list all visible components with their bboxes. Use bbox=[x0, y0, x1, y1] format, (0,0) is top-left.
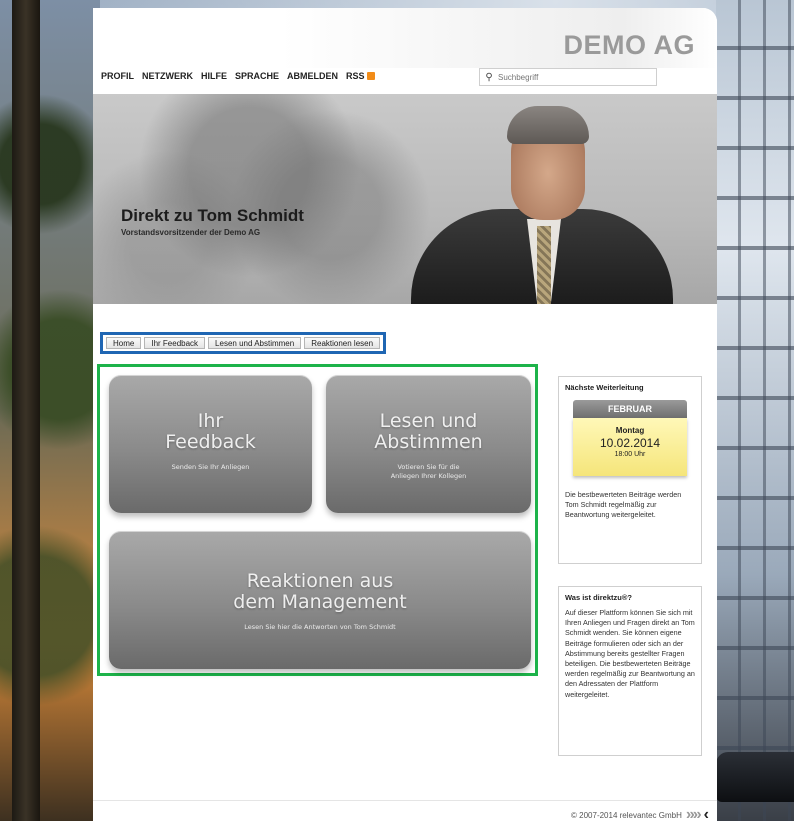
tile-lesen-und-abstimmen[interactable]: Lesen und Abstimmen Votieren Sie für die… bbox=[326, 375, 531, 513]
tile-reaktionen[interactable]: Reaktionen aus dem Management Lesen Sie … bbox=[109, 531, 531, 669]
rss-icon bbox=[366, 72, 375, 80]
search-input[interactable] bbox=[498, 72, 648, 82]
tile-vote-subtitle: Votieren Sie für die Anliegen Ihrer Koll… bbox=[326, 463, 531, 481]
calendar-weekday: Montag bbox=[615, 426, 645, 435]
tree-trunk bbox=[12, 0, 40, 821]
relevantec-arrows-icon[interactable]: »» bbox=[686, 806, 702, 821]
nav-profil[interactable]: PROFIL bbox=[101, 71, 134, 81]
nav-rss-label: RSS bbox=[346, 71, 365, 81]
tile-vote-line2: Abstimmen bbox=[374, 431, 483, 453]
next-forwarding-box: Nächste Weiterleitung FEBRUAR Montag 10.… bbox=[558, 376, 702, 564]
tile-reactions-subtitle: Lesen Sie hier die Antworten von Tom Sch… bbox=[244, 623, 396, 631]
tile-vote-sub-line1: Votieren Sie für die bbox=[397, 463, 460, 471]
tile-feedback-line1: Ihr bbox=[197, 410, 224, 432]
tile-vote-line1: Lesen und bbox=[379, 410, 478, 432]
nav-netzwerk[interactable]: NETZWERK bbox=[142, 71, 193, 81]
background-car bbox=[716, 752, 794, 802]
next-forwarding-text: Die bestbewerteten Beiträge werden Tom S… bbox=[565, 490, 682, 520]
tab-home[interactable]: Home bbox=[106, 337, 142, 349]
portrait-tie bbox=[537, 226, 551, 304]
search-box: ⚲ bbox=[479, 68, 657, 86]
brand-logo[interactable]: DEMO AG bbox=[564, 30, 696, 61]
next-forwarding-heading: Nächste Weiterleitung bbox=[565, 383, 644, 392]
portrait-hair bbox=[507, 106, 589, 144]
section-tabs: Home Ihr Feedback Lesen und Abstimmen Re… bbox=[100, 332, 387, 354]
tile-feedback-line2: Feedback bbox=[165, 431, 256, 453]
tile-reactions-line1: Reaktionen aus bbox=[246, 570, 394, 592]
tile-feedback-subtitle: Senden Sie Ihr Anliegen bbox=[171, 463, 250, 471]
hero-subtitle: Vorstandsvorsitzender der Demo AG bbox=[121, 228, 261, 237]
hero-title: Direkt zu Tom Schmidt bbox=[121, 206, 304, 225]
calendar-time: 18:00 Uhr bbox=[614, 451, 646, 458]
page-card: DEMO AG PROFIL NETZWERK HILFE SPRACHE AB… bbox=[93, 8, 717, 821]
tab-ihr-feedback[interactable]: Ihr Feedback bbox=[144, 337, 206, 349]
what-is-heading: Was ist direktzu®? bbox=[565, 593, 632, 602]
copyright-text: © 2007-2014 relevantec GmbH bbox=[571, 810, 682, 820]
tile-reactions-line2: dem Management bbox=[233, 591, 407, 613]
nav-hilfe[interactable]: HILFE bbox=[201, 71, 227, 81]
hero-banner: Direkt zu Tom Schmidt Vorstandsvorsitzen… bbox=[93, 94, 717, 304]
nav-rss[interactable]: RSS bbox=[346, 71, 375, 81]
background-building bbox=[716, 0, 794, 821]
what-is-box: Was ist direktzu®? Auf dieser Plattform … bbox=[558, 586, 702, 756]
what-is-text: Auf dieser Plattform können Sie sich mit… bbox=[565, 608, 695, 699]
footer-divider bbox=[93, 800, 717, 801]
tile-ihr-feedback[interactable]: Ihr Feedback Senden Sie Ihr Anliegen bbox=[109, 375, 312, 513]
nav-abmelden[interactable]: ABMELDEN bbox=[287, 71, 338, 81]
calendar-body: Montag 10.02.2014 18:00 Uhr bbox=[573, 418, 687, 476]
footer: © 2007-2014 relevantec GmbH »» ‹ bbox=[571, 806, 709, 821]
search-icon[interactable]: ⚲ bbox=[480, 72, 498, 83]
executive-portrait bbox=[411, 94, 717, 304]
calendar-date: 10.02.2014 bbox=[599, 436, 661, 450]
calendar-widget: FEBRUAR Montag 10.02.2014 18:00 Uhr bbox=[573, 400, 687, 476]
calendar-month: FEBRUAR bbox=[573, 400, 687, 418]
top-navigation: PROFIL NETZWERK HILFE SPRACHE ABMELDEN R… bbox=[101, 71, 375, 81]
tile-vote-sub-line2: Anliegen Ihrer Kollegen bbox=[390, 472, 467, 480]
tab-reaktionen-lesen[interactable]: Reaktionen lesen bbox=[304, 337, 381, 349]
nav-sprache[interactable]: SPRACHE bbox=[235, 71, 279, 81]
tab-lesen-und-abstimmen[interactable]: Lesen und Abstimmen bbox=[208, 337, 302, 349]
relevantec-logo-icon[interactable]: ‹ bbox=[704, 806, 709, 821]
feature-tiles: Ihr Feedback Senden Sie Ihr Anliegen Les… bbox=[97, 364, 538, 676]
